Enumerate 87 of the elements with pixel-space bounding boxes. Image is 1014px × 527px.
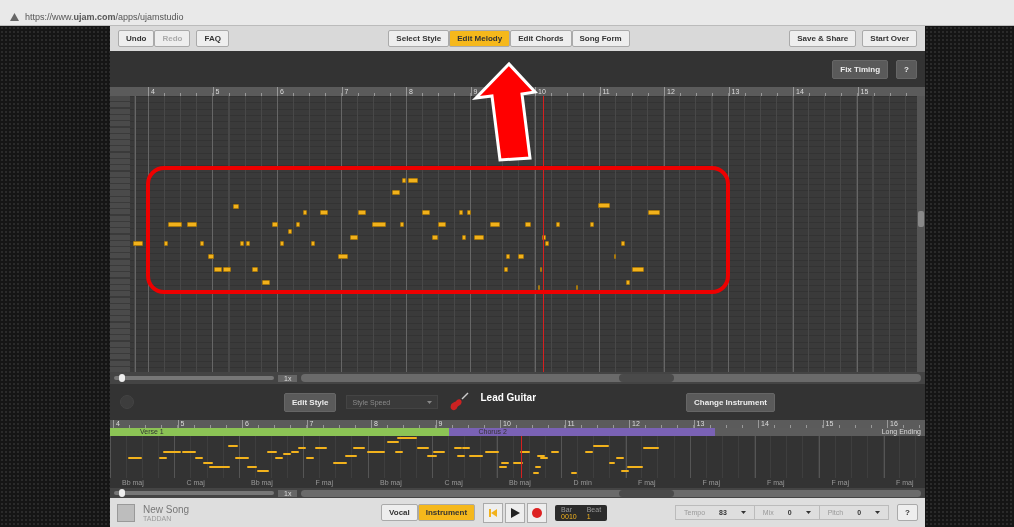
melody-note: [469, 455, 483, 458]
melody-note: [417, 447, 429, 450]
melody-note[interactable]: [372, 222, 386, 227]
slider-thumb[interactable]: [119, 374, 125, 382]
melody-note: [315, 447, 327, 450]
melody-note: [257, 470, 269, 473]
caret-icon: [875, 511, 881, 514]
melody-note[interactable]: [320, 210, 328, 215]
horizontal-scrollbar[interactable]: [301, 374, 921, 382]
instrument-name: Lead Guitar: [480, 392, 537, 403]
caret-icon: [805, 511, 811, 514]
song-title: New Song: [143, 503, 191, 515]
vertical-scrollbar[interactable]: [917, 96, 925, 372]
melody-note[interactable]: [462, 235, 466, 240]
melody-note[interactable]: [504, 267, 508, 272]
melody-note[interactable]: [432, 235, 438, 240]
overview-roll[interactable]: [110, 436, 925, 478]
zoom-slider[interactable]: [114, 376, 274, 380]
playhead-line: [521, 436, 522, 478]
melody-note[interactable]: [525, 222, 531, 227]
history-button[interactable]: Undo: [118, 30, 155, 47]
help-button[interactable]: ?: [897, 504, 918, 521]
mode-tab[interactable]: Edit Melody: [449, 30, 511, 47]
melody-note[interactable]: [350, 235, 358, 240]
melody-note[interactable]: [506, 254, 510, 259]
melody-note[interactable]: [632, 267, 644, 272]
melody-note[interactable]: [311, 241, 315, 246]
melody-note[interactable]: [187, 222, 197, 227]
melody-note: [333, 461, 347, 464]
melody-note[interactable]: [168, 222, 182, 227]
melody-note[interactable]: [626, 280, 630, 285]
melody-note[interactable]: [233, 204, 239, 209]
melody-note[interactable]: [621, 241, 625, 246]
action-button[interactable]: Start Over: [862, 30, 917, 47]
mode-tab[interactable]: Song Form: [571, 30, 630, 47]
source-toggle[interactable]: Instrument: [417, 504, 476, 521]
source-toggle[interactable]: Vocal: [381, 504, 418, 521]
melody-note[interactable]: [303, 210, 307, 215]
melody-note: [485, 451, 499, 454]
slider-thumb[interactable]: [119, 489, 125, 497]
skip-back-icon: [488, 507, 499, 518]
melody-note[interactable]: [358, 210, 366, 215]
melody-note[interactable]: [556, 222, 560, 227]
edit-style-button[interactable]: Edit Style: [284, 392, 337, 412]
record-icon: [532, 507, 543, 518]
warning-icon: [10, 13, 19, 21]
melody-note: [395, 451, 403, 454]
fix-timing-button[interactable]: Fix Timing: [832, 59, 889, 79]
melody-note: [571, 471, 577, 474]
guitar-icon: [448, 391, 471, 413]
piano-roll-grid[interactable]: [130, 96, 917, 372]
play-icon: [510, 507, 520, 518]
melody-note: [593, 444, 609, 447]
melody-note: [643, 447, 659, 450]
song-thumbnail: [117, 503, 135, 522]
caret-icon: [740, 511, 746, 514]
help-button[interactable]: ?: [896, 59, 917, 79]
melody-note[interactable]: [280, 241, 284, 246]
melody-note[interactable]: [272, 222, 278, 227]
melody-note: [367, 451, 385, 454]
change-instrument-button[interactable]: Change Instrument: [686, 392, 775, 412]
melody-note: [159, 457, 167, 460]
zoom-slider[interactable]: [114, 491, 274, 495]
melody-note[interactable]: [164, 241, 168, 246]
melody-note[interactable]: [252, 267, 258, 272]
faq-button[interactable]: FAQ: [196, 30, 229, 47]
action-button[interactable]: Save & Share: [789, 30, 857, 47]
melody-note: [345, 455, 357, 458]
record-button[interactable]: [527, 502, 548, 523]
horizontal-scrollbar[interactable]: [301, 489, 921, 497]
mode-tab[interactable]: Edit Chords: [510, 30, 572, 47]
melody-note[interactable]: [648, 210, 660, 215]
melody-note[interactable]: [133, 241, 143, 246]
melody-note: [128, 457, 142, 460]
melody-note[interactable]: [208, 254, 214, 259]
caret-icon: [427, 400, 433, 404]
mode-tab[interactable]: Select Style: [388, 30, 450, 47]
melody-note[interactable]: [200, 241, 204, 246]
melody-note: [353, 447, 365, 450]
melody-note[interactable]: [598, 203, 610, 208]
melody-note[interactable]: [400, 222, 404, 227]
play-button[interactable]: [505, 502, 526, 523]
melody-note[interactable]: [518, 254, 524, 259]
address-text[interactable]: https://www.ujam.com/apps/ujamstudio: [25, 12, 184, 22]
melody-note[interactable]: [590, 222, 594, 227]
melody-note: [585, 451, 593, 454]
melody-note[interactable]: [338, 254, 348, 259]
